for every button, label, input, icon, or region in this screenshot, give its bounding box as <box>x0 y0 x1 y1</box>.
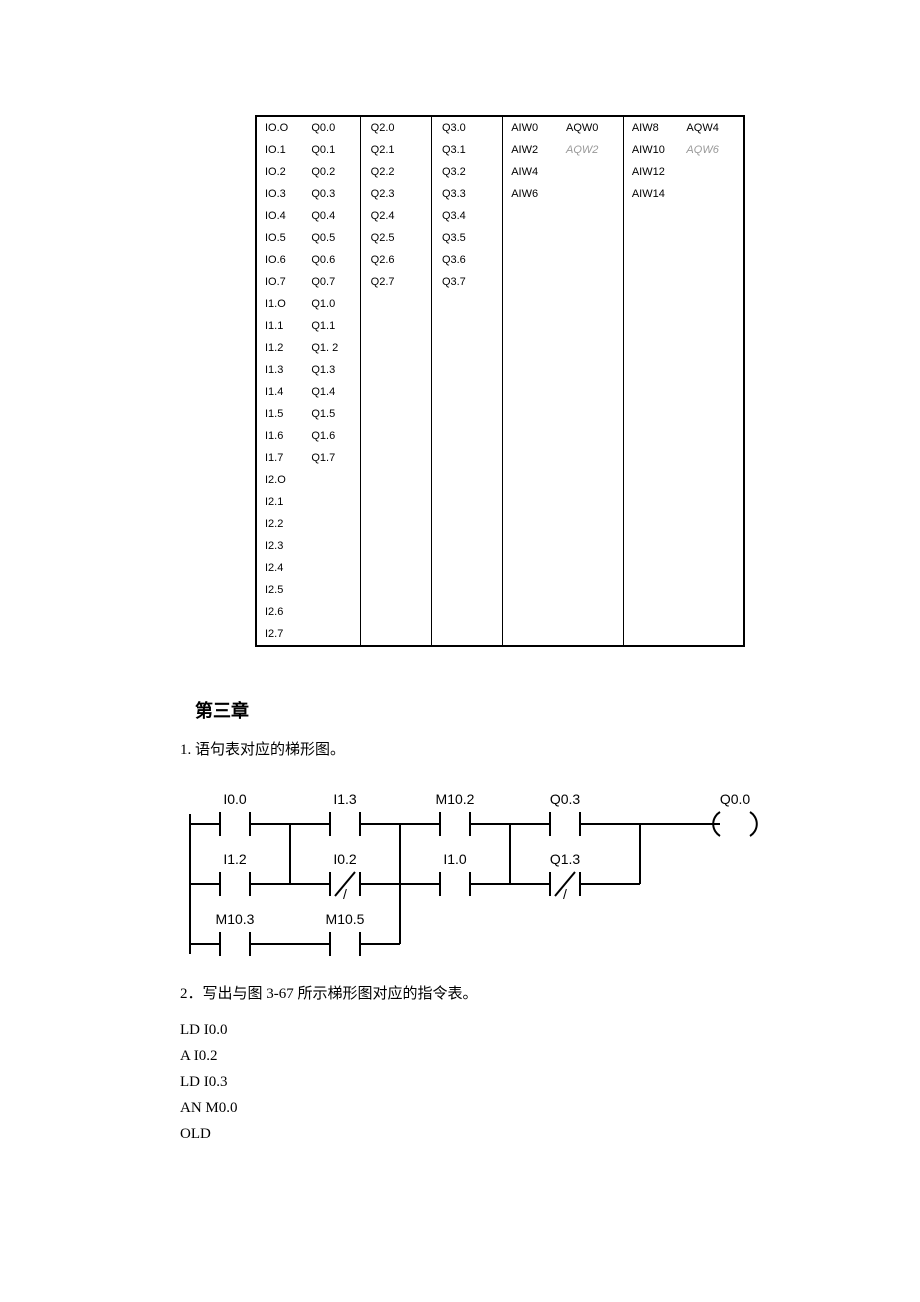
exercise-2-text: 2．写出与图 3-67 所示梯形图对应的指令表。 <box>180 982 740 1003</box>
svg-text:I0.0: I0.0 <box>223 791 247 807</box>
table-row: I2.7 <box>256 623 744 646</box>
table-row: I1.5Q1.5 <box>256 403 744 425</box>
table-row: I1.3Q1.3 <box>256 359 744 381</box>
instruction-line: A I0.2 <box>180 1044 740 1068</box>
svg-text:Q1.3: Q1.3 <box>550 851 581 867</box>
table-row: I1.7Q1.7 <box>256 447 744 469</box>
svg-text:Q0.0: Q0.0 <box>720 791 751 807</box>
svg-text:I1.3: I1.3 <box>333 791 357 807</box>
table-row: I2.2 <box>256 513 744 535</box>
chapter-heading: 第三章 <box>195 697 740 723</box>
svg-text:Q0.3: Q0.3 <box>550 791 581 807</box>
table-row: IO.4Q0.4Q2.4Q3.4 <box>256 205 744 227</box>
table-row: IO.3Q0.3Q2.3Q3.3AIW6AIW14 <box>256 183 744 205</box>
instruction-line: OLD <box>180 1122 740 1146</box>
table-row: I1.OQ1.0 <box>256 293 744 315</box>
table-row: I2.4 <box>256 557 744 579</box>
table-row: I1.6Q1.6 <box>256 425 744 447</box>
svg-text:M10.2: M10.2 <box>436 791 475 807</box>
table-row: IO.7Q0.7Q2.7Q3.7 <box>256 271 744 293</box>
table-row: IO.5Q0.5Q2.5Q3.5 <box>256 227 744 249</box>
table-row: I2.3 <box>256 535 744 557</box>
svg-text:/: / <box>563 886 567 902</box>
svg-text:M10.3: M10.3 <box>216 911 255 927</box>
table-row: IO.1Q0.1Q2.1Q3.1AIW2AQW2AIW10AQW6 <box>256 139 744 161</box>
svg-text:I1.0: I1.0 <box>443 851 467 867</box>
svg-text:I1.2: I1.2 <box>223 851 247 867</box>
exercise-1-text: 1. 语句表对应的梯形图。 <box>180 738 740 759</box>
table-row: IO.2Q0.2Q2.2Q3.2AIW4AIW12 <box>256 161 744 183</box>
table-row: I1.1Q1.1 <box>256 315 744 337</box>
table-row: I2.O <box>256 469 744 491</box>
table-row: I2.1 <box>256 491 744 513</box>
instruction-line: LD I0.0 <box>180 1018 740 1042</box>
table-row: I2.6 <box>256 601 744 623</box>
instruction-line: AN M0.0 <box>180 1096 740 1120</box>
ladder-diagram: I0.0 I1.3 M10.2 Q0.3 Q0.0 I1.2 I0.2 I1.0… <box>180 784 795 959</box>
table-row: IO.OQ0.0Q2.0Q3.0AIW0AQW0AIW8AQW4 <box>256 116 744 139</box>
table-row: I1.2Q1. 2 <box>256 337 744 359</box>
svg-text:I0.2: I0.2 <box>333 851 357 867</box>
instruction-list: LD I0.0A I0.2LD I0.3AN M0.0OLD <box>180 1018 740 1146</box>
instruction-line: LD I0.3 <box>180 1070 740 1094</box>
svg-text:M10.5: M10.5 <box>326 911 365 927</box>
table-row: IO.6Q0.6Q2.6Q3.6 <box>256 249 744 271</box>
table-row: I2.5 <box>256 579 744 601</box>
io-address-table: IO.OQ0.0Q2.0Q3.0AIW0AQW0AIW8AQW4IO.1Q0.1… <box>255 115 745 647</box>
table-row: I1.4Q1.4 <box>256 381 744 403</box>
svg-text:/: / <box>343 886 347 902</box>
